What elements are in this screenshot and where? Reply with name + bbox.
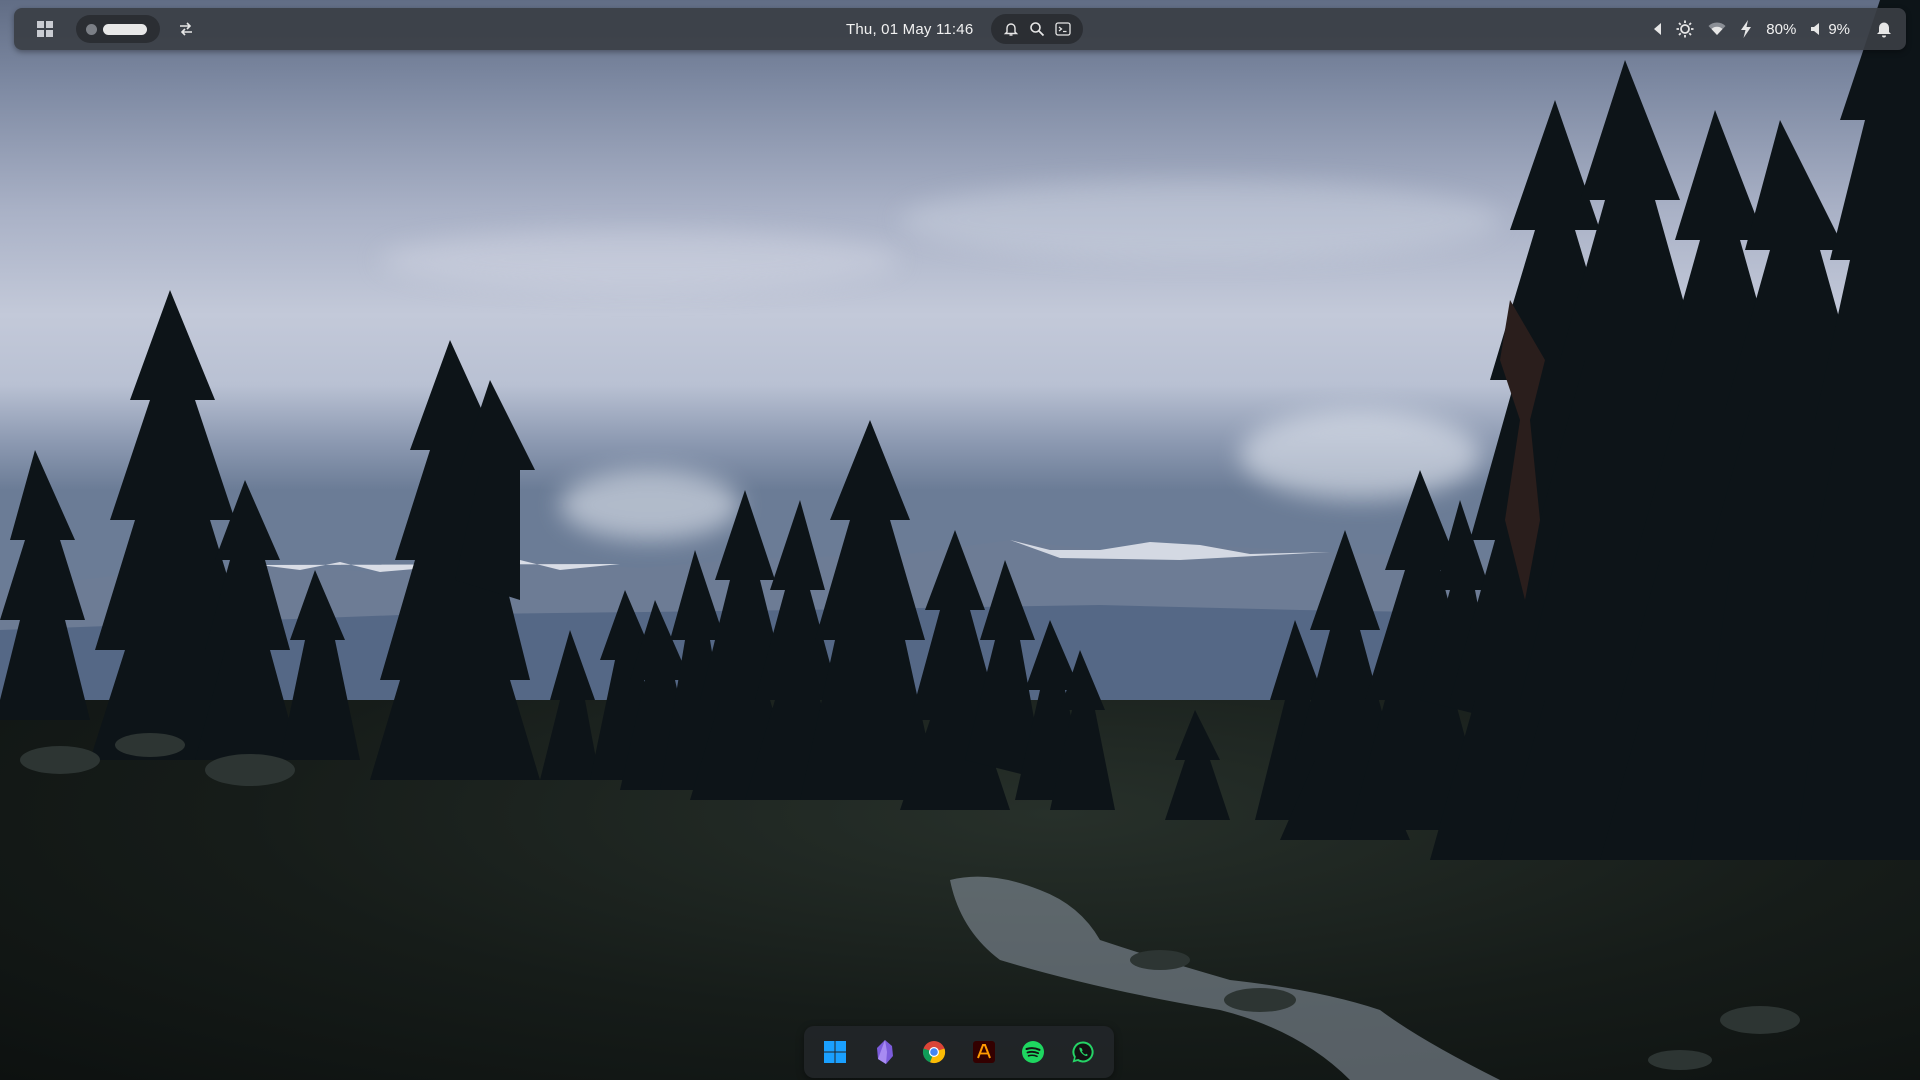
swap-icon[interactable] xyxy=(178,22,194,36)
chrome-icon xyxy=(923,1041,946,1064)
panel-center: Thu, 01 May 11:46 xyxy=(846,8,1084,50)
whatsapp-icon xyxy=(1071,1041,1094,1063)
dock xyxy=(804,1026,1114,1078)
terminal-icon[interactable] xyxy=(1055,22,1072,36)
notification-bell-icon[interactable] xyxy=(1876,20,1892,38)
bell-icon[interactable] xyxy=(1003,21,1019,37)
search-icon[interactable] xyxy=(1029,21,1045,37)
battery-percentage[interactable]: 80% xyxy=(1766,21,1796,38)
brightness-icon[interactable] xyxy=(1676,20,1694,38)
tray-expand-icon[interactable] xyxy=(1654,23,1662,35)
top-panel: Thu, 01 May 11:46 80% 9% xyxy=(14,8,1906,50)
workspace-indicator-active[interactable] xyxy=(103,23,147,35)
windows-logo-icon xyxy=(824,1041,847,1063)
desktop-wallpaper xyxy=(0,0,1920,1080)
dock-item-adobe-illustrator[interactable] xyxy=(966,1034,1002,1070)
dock-item-windows-start[interactable] xyxy=(817,1034,853,1070)
dock-item-obsidian[interactable] xyxy=(867,1034,903,1070)
spotify-icon xyxy=(1022,1041,1045,1063)
dock-item-spotify[interactable] xyxy=(1015,1034,1051,1070)
dock-item-whatsapp[interactable] xyxy=(1065,1034,1101,1070)
grid-icon xyxy=(37,21,53,37)
volume-percentage[interactable]: 9% xyxy=(1828,21,1850,38)
clock[interactable]: Thu, 01 May 11:46 xyxy=(846,21,973,38)
wifi-icon[interactable] xyxy=(1708,22,1726,36)
illustrator-icon xyxy=(972,1041,995,1063)
panel-left xyxy=(32,8,194,50)
quick-actions-group xyxy=(991,14,1084,44)
dock-item-google-chrome[interactable] xyxy=(916,1034,952,1070)
obsidian-icon xyxy=(876,1040,893,1064)
charging-icon[interactable] xyxy=(1740,20,1752,38)
volume-icon[interactable] xyxy=(1810,22,1824,36)
wallpaper-forest xyxy=(0,0,1920,1080)
panel-right: 80% 9% xyxy=(1654,8,1892,50)
app-launcher-button[interactable] xyxy=(32,16,58,42)
workspace-switcher[interactable] xyxy=(76,15,160,43)
workspace-indicator-inactive[interactable] xyxy=(86,23,97,35)
